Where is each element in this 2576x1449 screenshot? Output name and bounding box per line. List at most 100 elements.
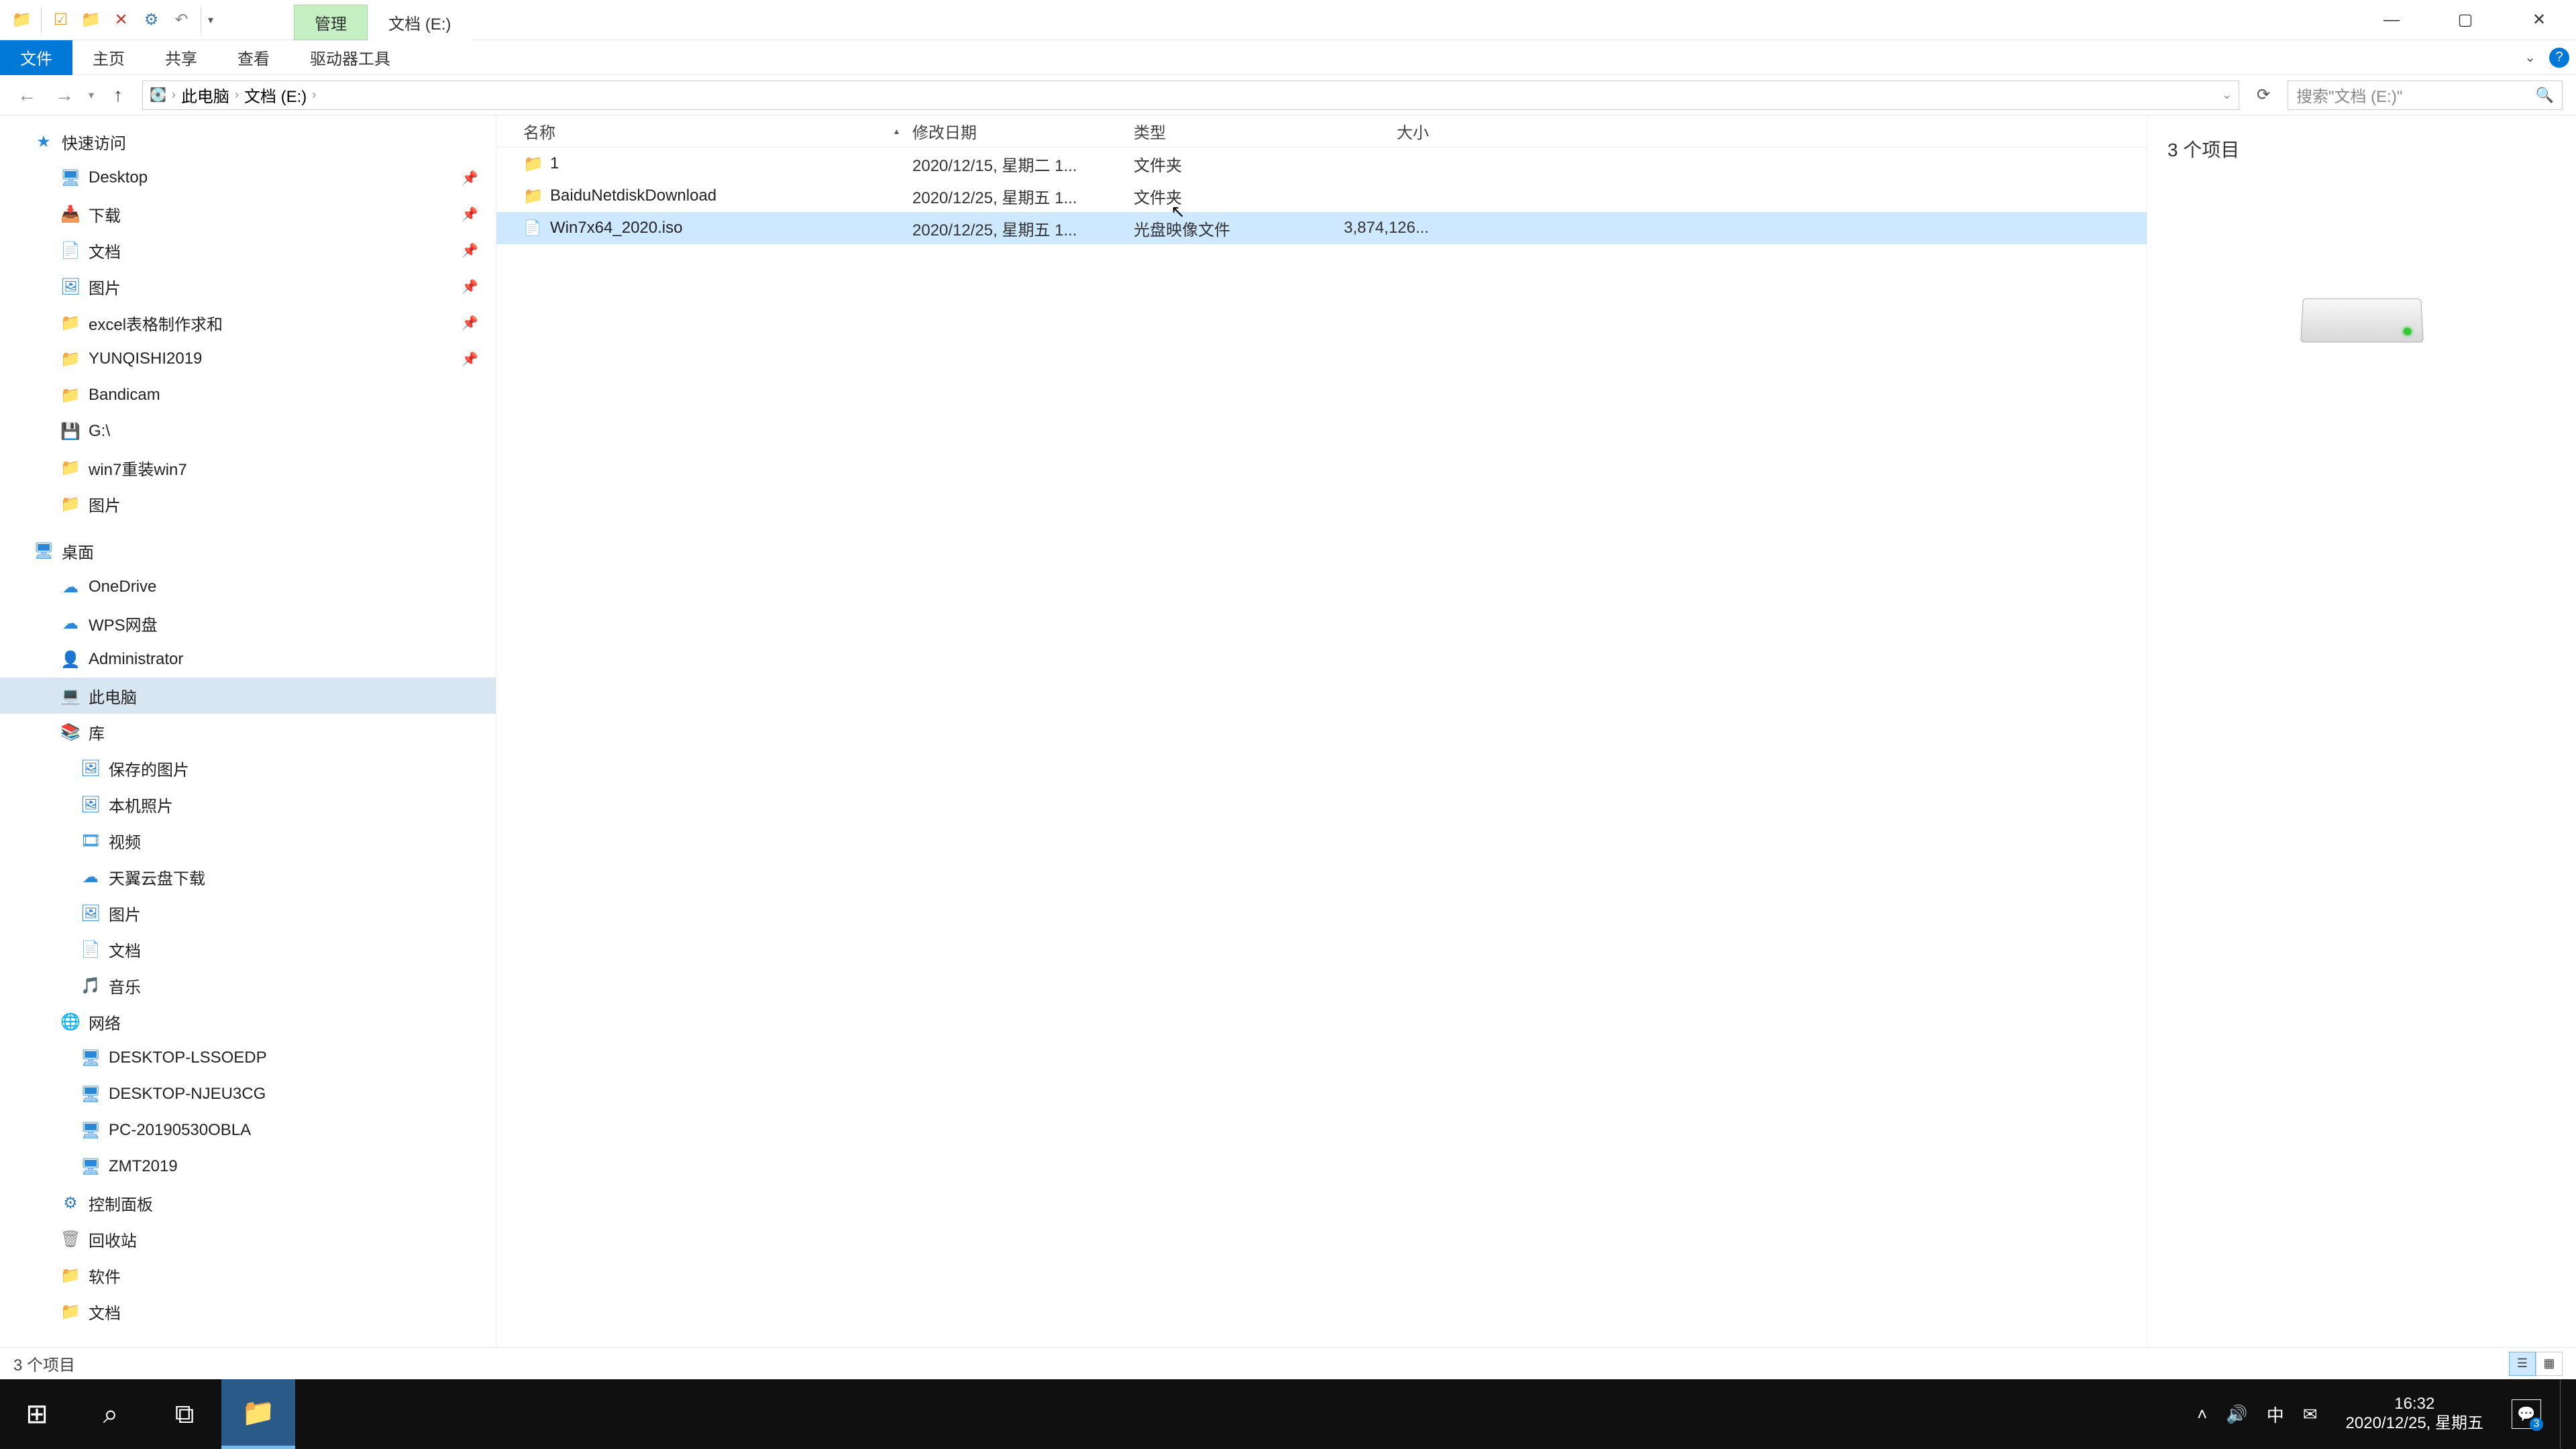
nav-back-button[interactable]: ← bbox=[13, 82, 40, 109]
file-list[interactable]: 名称▴ 修改日期 类型 大小 📁12020/12/15, 星期二 1...文件夹… bbox=[496, 115, 2147, 1347]
show-desktop-button[interactable] bbox=[2560, 1379, 2569, 1449]
qat-delete-icon[interactable]: ✕ bbox=[106, 5, 136, 35]
nav-qa-item[interactable]: 📁图片 bbox=[0, 486, 496, 522]
nav-qa-item[interactable]: 💾G:\ bbox=[0, 413, 496, 449]
file-name: 1 bbox=[550, 154, 912, 173]
pin-icon: 📌 bbox=[462, 170, 478, 186]
nav-library-item[interactable]: 🎞视频 bbox=[0, 822, 496, 859]
nav-library-item[interactable]: 🎵音乐 bbox=[0, 967, 496, 1004]
file-row[interactable]: 📁BaiduNetdiskDownload2020/12/25, 星期五 1..… bbox=[496, 180, 2147, 212]
view-details-button[interactable]: ☰ bbox=[2509, 1352, 2536, 1376]
ribbon-expand-icon[interactable]: ⌄ bbox=[2511, 49, 2549, 66]
file-row[interactable]: 📄Win7x64_2020.iso2020/12/25, 星期五 1...光盘映… bbox=[496, 212, 2147, 244]
refresh-button[interactable]: ⟳ bbox=[2250, 82, 2277, 109]
taskbar-explorer-button[interactable]: 📁 bbox=[221, 1379, 295, 1449]
start-button[interactable]: ⊞ bbox=[0, 1379, 74, 1449]
nav-desktop-item[interactable]: 👤Administrator bbox=[0, 641, 496, 678]
qat-properties-icon[interactable]: ⚙ bbox=[136, 5, 166, 35]
nav-up-button[interactable]: ↑ bbox=[105, 82, 131, 109]
nav-quick-access[interactable]: ★快速访问 bbox=[0, 123, 496, 160]
nav-docs-folder[interactable]: 📁文档 bbox=[0, 1293, 496, 1330]
nav-network-pc[interactable]: 🖥ZMT2019 bbox=[0, 1148, 496, 1185]
taskbar[interactable]: ⊞ ⌕ ⧉ 📁 ˄ 🔊 中 ✉ 16:32 2020/12/25, 星期五 💬3 bbox=[0, 1379, 2576, 1449]
nav-library-item[interactable]: 🖼本机照片 bbox=[0, 786, 496, 822]
tray-volume-icon[interactable]: 🔊 bbox=[2226, 1404, 2247, 1425]
nav-qa-item[interactable]: 📁YUNQISHI2019📌 bbox=[0, 341, 496, 377]
minimize-button[interactable]: ― bbox=[2355, 1, 2428, 39]
taskbar-search-button[interactable]: ⌕ bbox=[74, 1379, 148, 1449]
nav-recycle-bin[interactable]: 🗑回收站 bbox=[0, 1221, 496, 1257]
qat-folder-icon[interactable]: 📁 bbox=[76, 5, 106, 35]
close-button[interactable]: ✕ bbox=[2502, 1, 2576, 39]
help-icon[interactable]: ? bbox=[2549, 48, 2569, 68]
nav-desktop-item[interactable]: ☁OneDrive bbox=[0, 569, 496, 605]
ribbon-tab-file[interactable]: 文件 bbox=[0, 40, 72, 75]
maximize-button[interactable]: ▢ bbox=[2428, 1, 2502, 39]
nav-network-pc[interactable]: 🖥DESKTOP-NJEU3CG bbox=[0, 1076, 496, 1112]
nav-network-pc[interactable]: 🖥PC-20190530OBLA bbox=[0, 1112, 496, 1148]
pin-icon: 📌 bbox=[462, 351, 478, 368]
nav-network[interactable]: 🌐网络 bbox=[0, 1004, 496, 1040]
nav-qa-item[interactable]: 📥下载📌 bbox=[0, 196, 496, 232]
nav-desktop-item[interactable]: ☁WPS网盘 bbox=[0, 605, 496, 641]
nav-qa-item[interactable]: 📄文档📌 bbox=[0, 232, 496, 268]
nav-qa-item[interactable]: 📁win7重装win7 bbox=[0, 449, 496, 486]
tray-clock[interactable]: 16:32 2020/12/25, 星期五 bbox=[2337, 1395, 2493, 1434]
file-row[interactable]: 📁12020/12/15, 星期二 1...文件夹 bbox=[496, 148, 2147, 180]
file-type: 文件夹 bbox=[1134, 152, 1308, 176]
nav-library-item[interactable]: 🖼图片 bbox=[0, 895, 496, 931]
nav-desktop-item[interactable]: 📚库 bbox=[0, 714, 496, 750]
chevron-right-icon[interactable]: › bbox=[172, 88, 176, 102]
tray-mail-icon[interactable]: ✉ bbox=[2303, 1404, 2318, 1425]
ribbon-tab-drive-tools[interactable]: 驱动器工具 bbox=[290, 40, 411, 75]
nav-qa-item[interactable]: 📁excel表格制作求和📌 bbox=[0, 305, 496, 341]
column-size[interactable]: 大小 bbox=[1308, 119, 1429, 143]
nav-network-pc[interactable]: 🖥DESKTOP-LSSOEDP bbox=[0, 1040, 496, 1076]
column-type[interactable]: 类型 bbox=[1134, 119, 1308, 143]
nav-control-panel[interactable]: ⚙控制面板 bbox=[0, 1185, 496, 1221]
column-name[interactable]: 名称▴ bbox=[523, 119, 912, 143]
nav-library-item[interactable]: 🖼保存的图片 bbox=[0, 750, 496, 786]
pin-icon: 📌 bbox=[462, 278, 478, 295]
column-date[interactable]: 修改日期 bbox=[912, 119, 1134, 143]
search-icon[interactable]: 🔍 bbox=[2536, 87, 2554, 104]
action-center-badge: 3 bbox=[2530, 1417, 2543, 1431]
qat-app-icon[interactable]: 📁 bbox=[7, 5, 37, 35]
ribbon-context-tab-manage[interactable]: 管理 bbox=[294, 5, 368, 40]
qat-undo-icon[interactable]: ↶ bbox=[166, 5, 197, 35]
nav-qa-item[interactable]: 🖥Desktop📌 bbox=[0, 160, 496, 196]
nav-software-folder[interactable]: 📁软件 bbox=[0, 1257, 496, 1293]
nav-forward-button[interactable]: → bbox=[51, 82, 78, 109]
status-item-count: 3 个项目 bbox=[13, 1352, 75, 1375]
nav-library-item[interactable]: ☁天翼云盘下载 bbox=[0, 859, 496, 895]
breadcrumb[interactable]: 💽 › 此电脑› 文档 (E:)› ⌄ bbox=[142, 80, 2239, 110]
search-input[interactable]: 搜索"文档 (E:)" 🔍 bbox=[2288, 80, 2563, 110]
nav-history-dropdown[interactable]: ▾ bbox=[89, 89, 94, 102]
column-headers[interactable]: 名称▴ 修改日期 类型 大小 bbox=[496, 115, 2147, 148]
view-toggle-group: ☰ ▦ bbox=[2509, 1352, 2563, 1376]
content-area: 名称▴ 修改日期 类型 大小 📁12020/12/15, 星期二 1...文件夹… bbox=[496, 115, 2576, 1347]
file-name: BaiduNetdiskDownload bbox=[550, 186, 912, 205]
tray-ime-indicator[interactable]: 中 bbox=[2267, 1402, 2284, 1427]
crumb-this-pc[interactable]: 此电脑› bbox=[181, 83, 239, 107]
nav-this-pc[interactable]: 💻此电脑 bbox=[0, 678, 496, 714]
qat-checkbox-icon[interactable]: ☑ bbox=[46, 5, 76, 35]
task-view-button[interactable]: ⧉ bbox=[148, 1379, 221, 1449]
crumb-drive-e[interactable]: 文档 (E:)› bbox=[244, 83, 316, 107]
quick-access-toolbar: 📁 ☑ 📁 ✕ ⚙ ↶ ▾ bbox=[0, 5, 213, 35]
drive-large-icon bbox=[2302, 297, 2422, 364]
tray-overflow-icon[interactable]: ˄ bbox=[2197, 1404, 2207, 1425]
ribbon-tab-share[interactable]: 共享 bbox=[145, 40, 217, 75]
nav-library-item[interactable]: 📄文档 bbox=[0, 931, 496, 967]
view-icons-button[interactable]: ▦ bbox=[2536, 1352, 2563, 1376]
nav-qa-item[interactable]: 🖼图片📌 bbox=[0, 268, 496, 305]
nav-qa-item[interactable]: 📁Bandicam bbox=[0, 377, 496, 413]
ribbon-tab-home[interactable]: 主页 bbox=[72, 40, 145, 75]
file-date: 2020/12/25, 星期五 1... bbox=[912, 217, 1134, 240]
ribbon-tab-view[interactable]: 查看 bbox=[217, 40, 290, 75]
address-dropdown-icon[interactable]: ⌄ bbox=[2222, 88, 2232, 102]
navigation-pane[interactable]: ★快速访问 🖥Desktop📌📥下载📌📄文档📌🖼图片📌📁excel表格制作求和📌… bbox=[0, 115, 496, 1347]
action-center-button[interactable]: 💬3 bbox=[2512, 1399, 2541, 1429]
qat-dropdown-icon[interactable]: ▾ bbox=[208, 13, 213, 27]
nav-desktop[interactable]: 🖥桌面 bbox=[0, 533, 496, 569]
